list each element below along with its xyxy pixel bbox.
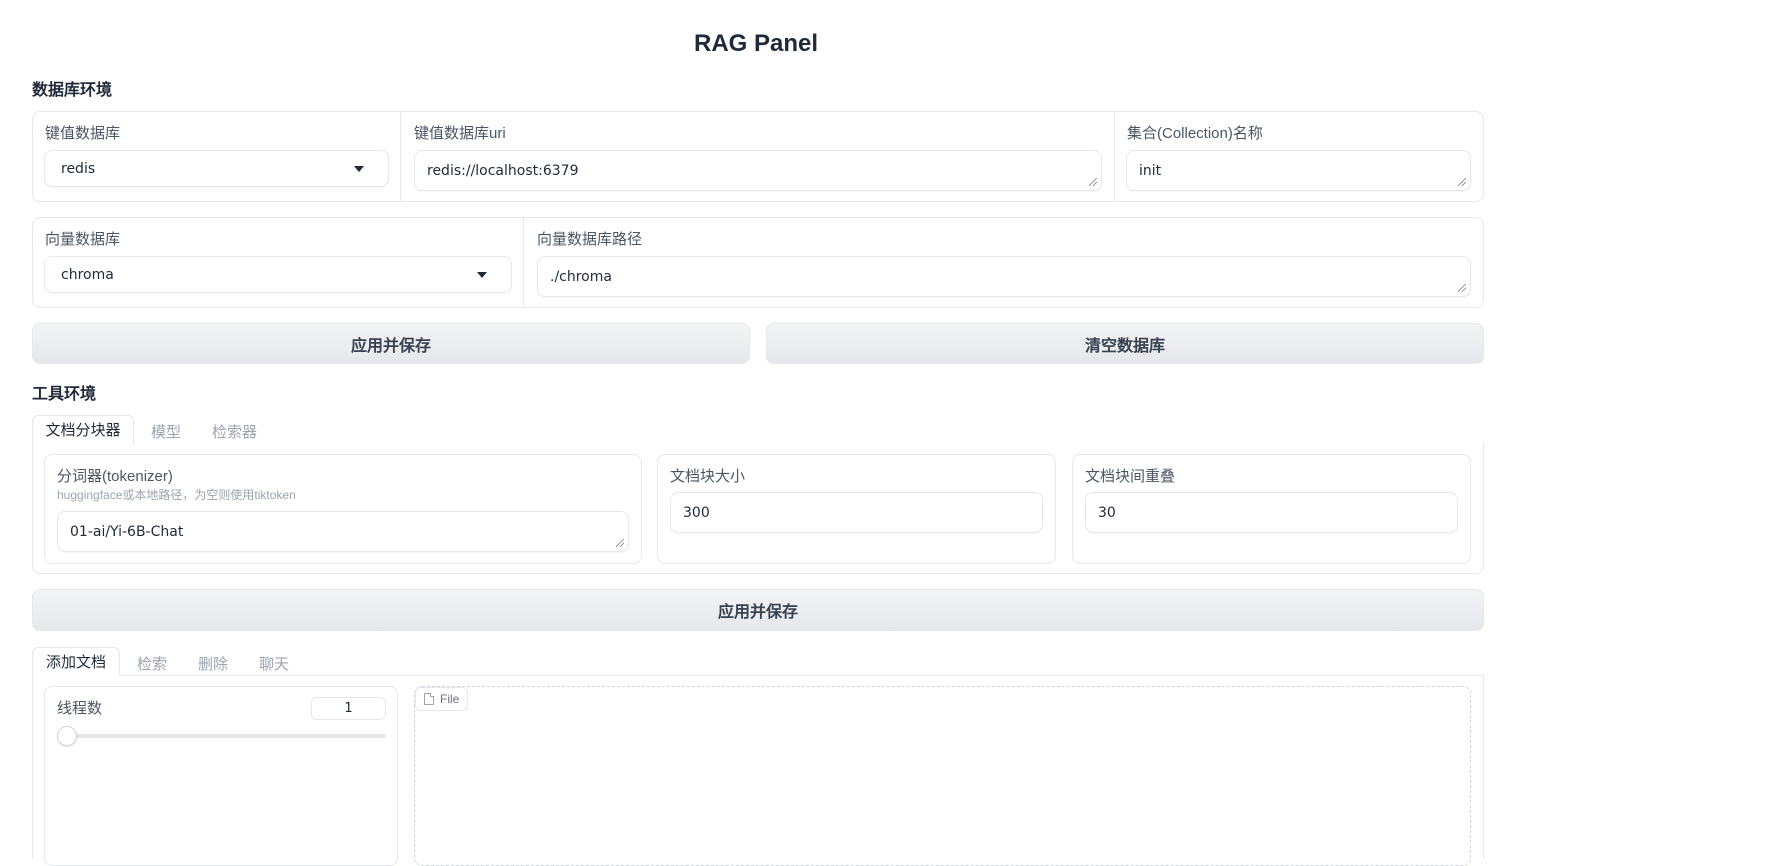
vector-db-select[interactable]: chroma (44, 256, 512, 293)
vector-path-value: ./chroma (550, 268, 612, 285)
tokenizer-label: 分词器(tokenizer) (57, 468, 173, 485)
threads-slider-thumb[interactable] (57, 726, 77, 746)
chunk-overlap-input[interactable]: 30 (1085, 492, 1458, 533)
db-save-button[interactable]: 应用并保存 (32, 323, 750, 364)
tokenizer-input[interactable]: 01-ai/Yi-6B-Chat (57, 511, 629, 552)
collection-input[interactable]: init (1126, 150, 1471, 191)
tab-chunker[interactable]: 文档分块器 (32, 415, 134, 444)
file-label: File (440, 692, 460, 706)
page-title: RAG Panel (693, 30, 819, 57)
kv-uri-value: redis://localhost:6379 (427, 162, 579, 179)
db-env-heading: 数据库环境 (32, 82, 113, 99)
threads-slider-track[interactable] (57, 734, 386, 738)
chunk-overlap-value: 30 (1098, 504, 1116, 521)
tokenizer-value: 01-ai/Yi-6B-Chat (70, 523, 184, 540)
collection-value: init (1139, 162, 1162, 179)
tab-search[interactable]: 检索 (137, 653, 167, 674)
tab-model[interactable]: 模型 (151, 421, 181, 442)
file-icon (424, 693, 434, 705)
divider (523, 218, 524, 307)
kv-db-value: redis (61, 160, 96, 177)
kv-db-label: 键值数据库 (45, 125, 121, 142)
tool-env-heading: 工具环境 (32, 386, 97, 403)
resize-handle-icon[interactable] (1458, 284, 1466, 292)
clear-db-button[interactable]: 清空数据库 (766, 323, 1484, 364)
kv-uri-input[interactable]: redis://localhost:6379 (414, 150, 1102, 191)
caret-down-icon (354, 165, 364, 172)
vector-path-input[interactable]: ./chroma (537, 256, 1471, 297)
vector-path-label: 向量数据库路径 (537, 231, 643, 248)
chunk-size-value: 300 (683, 504, 710, 521)
collection-label: 集合(Collection)名称 (1127, 125, 1263, 142)
tool-save-button[interactable]: 应用并保存 (32, 589, 1484, 631)
chunk-overlap-label: 文档块间重叠 (1085, 468, 1176, 485)
resize-handle-icon[interactable] (1089, 178, 1097, 186)
kv-db-select[interactable]: redis (44, 150, 389, 187)
caret-down-icon (477, 271, 487, 278)
tokenizer-info: huggingface或本地路径，为空则使用tiktoken (57, 488, 296, 502)
tab-chat[interactable]: 聊天 (259, 653, 289, 674)
chunk-size-label: 文档块大小 (670, 468, 746, 485)
threads-label: 线程数 (57, 700, 103, 717)
kv-uri-label: 键值数据库uri (414, 125, 506, 142)
threads-number-input[interactable]: 1 (311, 697, 386, 720)
tab-retriever[interactable]: 检索器 (212, 421, 257, 442)
file-label-chip: File (415, 687, 469, 711)
vector-db-value: chroma (61, 266, 114, 283)
tab-delete[interactable]: 删除 (198, 653, 228, 674)
resize-handle-icon[interactable] (1458, 178, 1466, 186)
divider (1114, 112, 1115, 201)
file-dropzone[interactable] (414, 686, 1471, 866)
tab-add-document[interactable]: 添加文档 (32, 647, 120, 676)
chunk-size-input[interactable]: 300 (670, 492, 1043, 533)
divider (400, 112, 401, 201)
vector-db-label: 向量数据库 (45, 231, 121, 248)
resize-handle-icon[interactable] (616, 539, 624, 547)
